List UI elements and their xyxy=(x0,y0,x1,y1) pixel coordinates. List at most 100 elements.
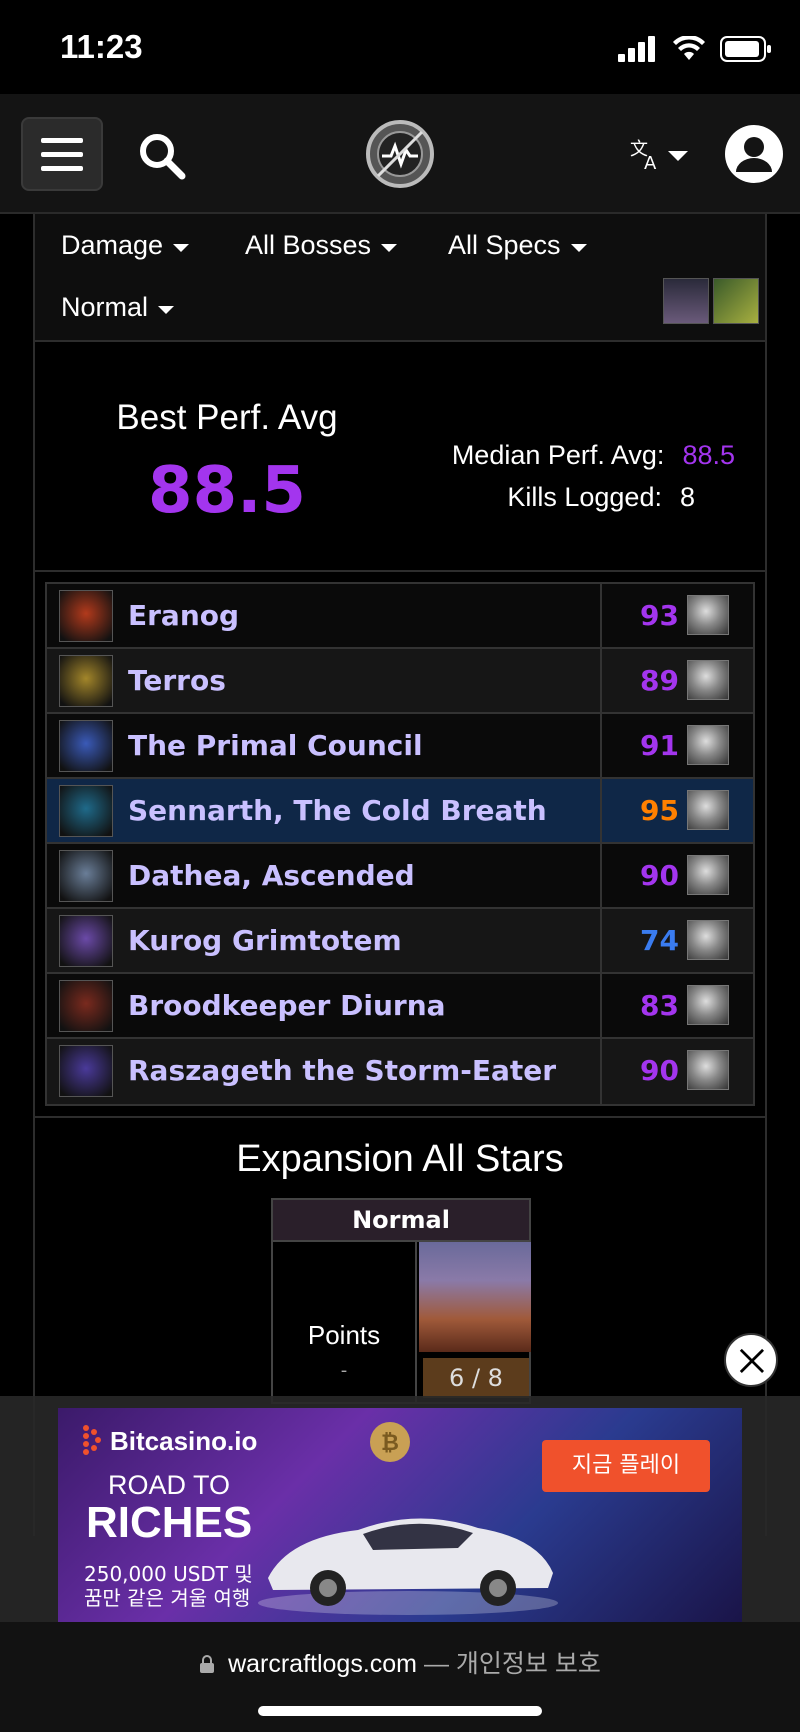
top-nav: 文 A xyxy=(0,94,800,214)
boss-score: 90 xyxy=(640,859,679,892)
ad-headline-2: RICHES xyxy=(86,1498,253,1547)
boss-score: 95 xyxy=(640,794,679,827)
filter-bar: Damage All Bosses All Specs Normal xyxy=(35,214,765,342)
boss-row[interactable]: Dathea, Ascended 90 xyxy=(47,844,753,909)
spec-icon[interactable] xyxy=(687,660,729,700)
spec-icon[interactable] xyxy=(687,985,729,1025)
spec-icon[interactable] xyxy=(687,920,729,960)
ad-banner[interactable]: Bitcasino.io ROAD TO RICHES 250,000 USDT… xyxy=(58,1408,742,1622)
points-value: - xyxy=(340,1360,348,1381)
column-divider xyxy=(600,1039,602,1104)
chevron-down-icon xyxy=(381,243,398,252)
bosses-dropdown[interactable]: All Bosses xyxy=(245,230,398,261)
menu-button[interactable] xyxy=(21,117,103,191)
all-stars-title: Expansion All Stars xyxy=(236,1138,564,1180)
ad-brand-name: Bitcasino.io xyxy=(110,1425,258,1456)
best-perf-label: Best Perf. Avg xyxy=(116,398,338,437)
boss-portrait xyxy=(59,850,113,902)
boss-row[interactable]: Eranog 93 xyxy=(47,584,753,649)
median-perf-row: Median Perf. Avg: 88.5 xyxy=(452,440,735,471)
url-domain: warcraftlogs.com xyxy=(228,1650,418,1678)
boss-portrait xyxy=(59,915,113,967)
raid-zone-icon[interactable] xyxy=(663,278,709,324)
boss-name[interactable]: Eranog xyxy=(128,584,239,647)
ad-brand: Bitcasino.io xyxy=(80,1424,257,1458)
median-perf-value: 88.5 xyxy=(682,440,735,470)
boss-score: 74 xyxy=(640,924,679,957)
boss-name[interactable]: Broodkeeper Diurna xyxy=(128,974,446,1037)
specs-label: All Specs xyxy=(448,230,561,260)
ad-subtext: 250,000 USDT 및 꿈만 같은 겨울 여행 xyxy=(84,1562,253,1610)
difficulty-label: Normal xyxy=(61,292,149,322)
boss-name[interactable]: Sennarth, The Cold Breath xyxy=(128,779,547,842)
bosses-label: All Bosses xyxy=(245,230,372,260)
boss-name[interactable]: Terros xyxy=(128,649,226,712)
difficulty-dropdown[interactable]: Normal xyxy=(61,292,175,323)
search-icon[interactable] xyxy=(136,130,188,182)
browser-url-bar[interactable]: warcraftlogs.com — 개인정보 보호 xyxy=(0,1622,800,1732)
boss-row[interactable]: Raszageth the Storm-Eater 90 xyxy=(47,1039,753,1104)
column-divider xyxy=(600,779,602,842)
svg-text:₿: ₿ xyxy=(381,1431,399,1456)
column-divider xyxy=(600,584,602,647)
boss-portrait xyxy=(59,1045,113,1097)
language-button[interactable]: 文 A xyxy=(628,134,688,174)
boss-portrait xyxy=(59,590,113,642)
wifi-icon xyxy=(673,36,705,60)
boss-portrait xyxy=(59,785,113,837)
boss-table: Eranog 93 Terros 89 The Primal Council 9… xyxy=(45,582,755,1106)
spec-icon[interactable] xyxy=(687,1050,729,1090)
column-divider xyxy=(600,649,602,712)
boss-row[interactable]: Broodkeeper Diurna 83 xyxy=(47,974,753,1039)
spec-icon[interactable] xyxy=(687,855,729,895)
boss-name[interactable]: Kurog Grimtotem xyxy=(128,909,402,972)
raid-zone-image xyxy=(419,1242,531,1352)
performance-summary: Best Perf. Avg 88.5 Median Perf. Avg: 88… xyxy=(35,342,765,572)
spec-icon[interactable] xyxy=(687,595,729,635)
best-perf-value: 88.5 xyxy=(148,454,306,528)
boss-name[interactable]: The Primal Council xyxy=(128,714,423,777)
all-stars-column-header: Normal xyxy=(273,1200,529,1242)
hamburger-line xyxy=(41,137,83,143)
spec-icon[interactable] xyxy=(687,725,729,765)
median-perf-label: Median Perf. Avg: xyxy=(451,440,665,470)
status-icons xyxy=(618,36,772,62)
dungeon-key-icon[interactable] xyxy=(713,278,759,324)
column-divider xyxy=(600,714,602,777)
kills-logged-value: 8 xyxy=(679,482,695,512)
url-text[interactable]: warcraftlogs.com — 개인정보 보호 xyxy=(0,1644,800,1680)
ad-headline-1: ROAD TO xyxy=(108,1470,231,1500)
boss-score: 91 xyxy=(640,729,679,762)
boss-score: 83 xyxy=(640,989,679,1022)
ad-play-button[interactable]: 지금 플레이 xyxy=(542,1440,710,1492)
warcraftlogs-logo-icon[interactable] xyxy=(364,118,436,190)
boss-name[interactable]: Raszageth the Storm-Eater xyxy=(128,1039,556,1102)
boss-portrait xyxy=(59,980,113,1032)
ad-subtext-line: 250,000 USDT 및 xyxy=(84,1562,253,1586)
specs-dropdown[interactable]: All Specs xyxy=(448,230,587,261)
boss-name[interactable]: Dathea, Ascended xyxy=(128,844,415,907)
close-icon[interactable] xyxy=(724,1333,778,1387)
metric-dropdown[interactable]: Damage xyxy=(61,230,190,261)
hamburger-line xyxy=(41,151,83,157)
boss-row[interactable]: Terros 89 xyxy=(47,649,753,714)
boss-portrait xyxy=(59,720,113,772)
spec-icon[interactable] xyxy=(687,790,729,830)
column-divider xyxy=(600,844,602,907)
sports-car-image xyxy=(258,1518,558,1615)
boss-row-highlighted[interactable]: Sennarth, The Cold Breath 95 xyxy=(47,779,753,844)
progress-badge: 6 / 8 xyxy=(423,1358,529,1398)
boss-score: 89 xyxy=(640,664,679,697)
home-indicator[interactable] xyxy=(258,1706,542,1716)
status-time: 11:23 xyxy=(60,28,143,65)
metric-label: Damage xyxy=(61,230,164,260)
chevron-down-icon xyxy=(570,243,587,252)
url-suffix: — 개인정보 보호 xyxy=(423,1650,601,1678)
boss-row[interactable]: The Primal Council 91 xyxy=(47,714,753,779)
user-profile-icon[interactable] xyxy=(724,124,784,184)
zone-icons xyxy=(663,278,759,324)
boss-row[interactable]: Kurog Grimtotem 74 xyxy=(47,909,753,974)
main-panel: Damage All Bosses All Specs Normal Best … xyxy=(33,214,767,1536)
column-divider xyxy=(600,974,602,1037)
boss-score: 93 xyxy=(640,599,679,632)
